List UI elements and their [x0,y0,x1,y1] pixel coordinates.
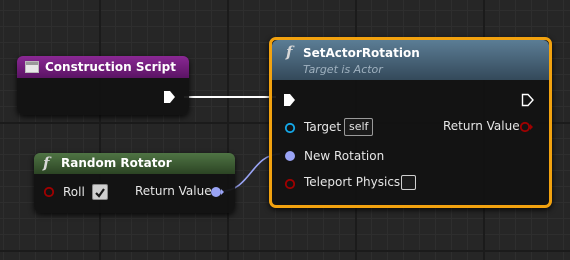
exec-in-pin-icon[interactable] [283,93,297,107]
set-actor-rotation-node[interactable]: f SetActorRotation Target is Actor Targe… [269,37,552,208]
teleport-physics-checkbox[interactable] [401,175,416,190]
checkmark-icon [95,188,105,198]
target-label: Target [304,120,342,134]
random-rotator-node[interactable]: f Random Rotator Roll Return Value [34,153,235,213]
set-actor-rotation-header: f SetActorRotation Target is Actor [272,40,549,80]
rotator-return-pin-icon[interactable] [210,185,224,199]
return-bool-pin-icon[interactable] [519,120,535,134]
teleport-physics-label: Teleport Physics [304,175,401,189]
function-icon: f [286,43,293,61]
exec-out-pin-icon[interactable] [521,93,535,107]
function-icon: f [43,154,50,172]
construction-script-node[interactable]: Construction Script [17,56,189,115]
construction-script-icon [25,61,39,73]
set-actor-rotation-title: SetActorRotation [303,46,420,60]
random-rotator-title: Random Rotator [61,156,172,170]
exec-out-pin-icon[interactable] [163,90,177,104]
set-actor-rotation-subtitle: Target is Actor [303,63,383,76]
new-rotation-pin-icon[interactable] [284,150,298,162]
set-actor-rotation-return-label: Return Value [443,119,520,133]
roll-pin-icon[interactable] [43,186,55,198]
target-self-field[interactable]: self [344,118,374,136]
target-pin-icon[interactable] [284,122,298,134]
random-rotator-header: f Random Rotator [34,153,235,174]
teleport-physics-pin-icon[interactable] [284,178,298,190]
roll-checkbox[interactable] [92,184,108,200]
construction-script-header: Construction Script [17,56,189,78]
roll-label: Roll [63,185,85,199]
construction-script-title: Construction Script [45,60,176,74]
random-rotator-return-label: Return Value [135,184,212,198]
new-rotation-label: New Rotation [304,149,385,163]
